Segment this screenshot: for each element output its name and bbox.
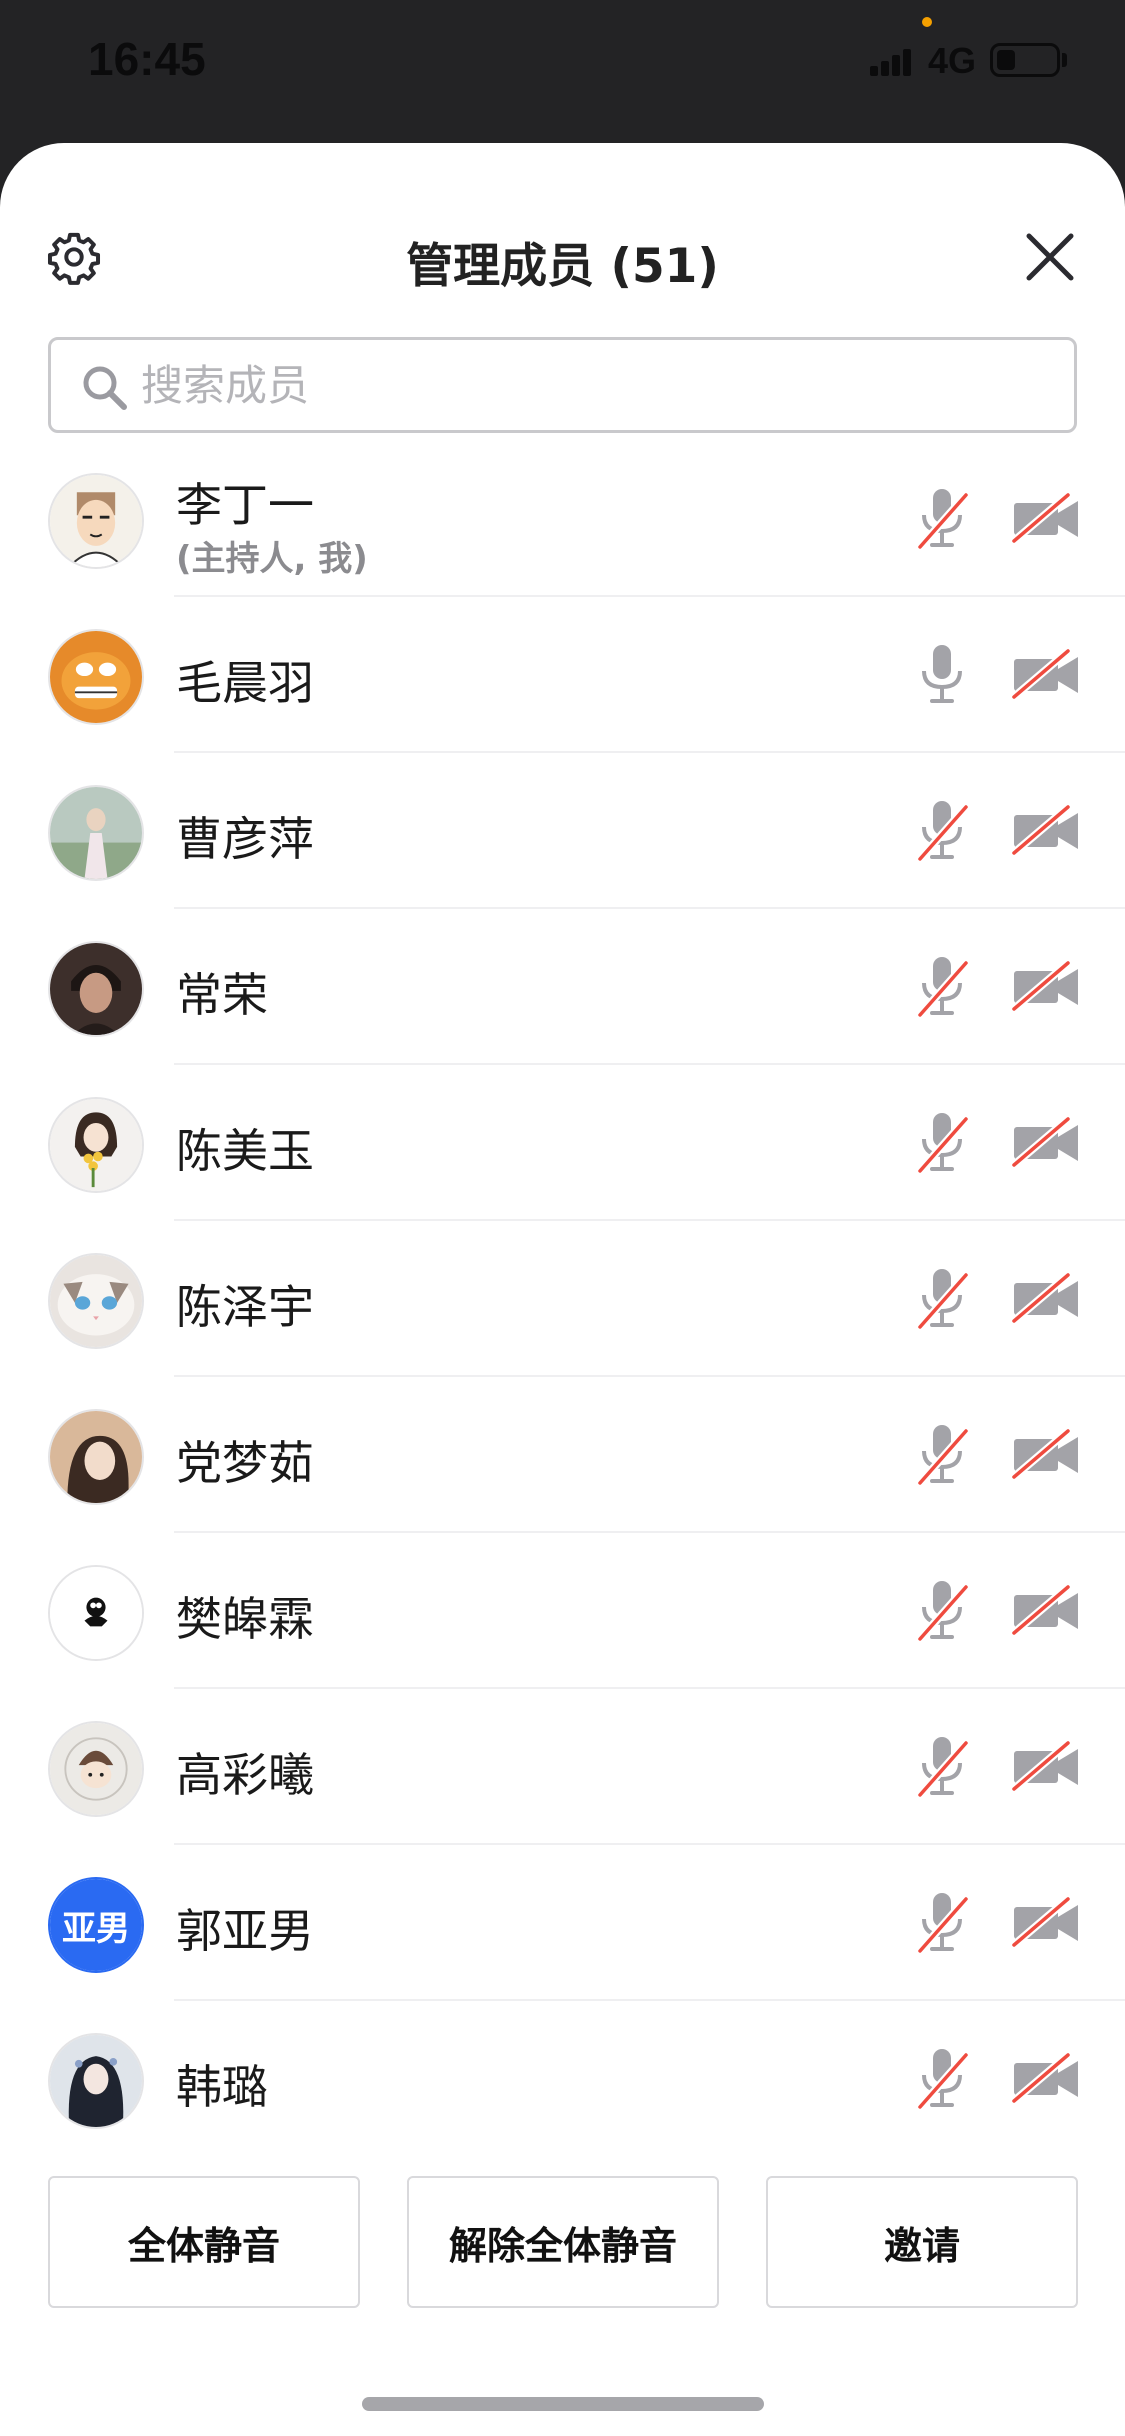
camera-toggle-button[interactable] bbox=[1011, 1113, 1080, 1171]
mic-toggle-button[interactable] bbox=[912, 1889, 972, 1957]
avatar bbox=[48, 1721, 144, 1817]
mic-muted-icon bbox=[917, 1113, 969, 1174]
mic-toggle-button[interactable] bbox=[912, 953, 972, 1021]
camera-off-icon bbox=[1011, 1271, 1078, 1325]
avatar bbox=[48, 1409, 144, 1505]
camera-off-icon bbox=[1011, 491, 1078, 545]
avatar bbox=[48, 785, 144, 881]
avatar bbox=[48, 941, 144, 1037]
member-name: 党梦茹 bbox=[176, 1436, 314, 1490]
home-indicator bbox=[362, 2397, 764, 2411]
member-role: (主持人, 我) bbox=[176, 539, 368, 579]
member-row[interactable]: 党梦茹 bbox=[0, 1377, 1125, 1533]
camera-off-icon bbox=[1011, 1115, 1078, 1169]
mic-toggle-button[interactable] bbox=[912, 797, 972, 865]
mic-toggle-button[interactable] bbox=[912, 1109, 972, 1177]
avatar bbox=[48, 1097, 144, 1193]
member-row[interactable]: 陈美玉 bbox=[0, 1065, 1125, 1221]
camera-off-icon bbox=[1011, 1739, 1078, 1793]
camera-toggle-button[interactable] bbox=[1011, 957, 1080, 1015]
camera-off-icon bbox=[1011, 1895, 1078, 1949]
battery-tip bbox=[1062, 53, 1067, 67]
member-row[interactable]: 亚男 郭亚男 bbox=[0, 1845, 1125, 2001]
camera-off-icon bbox=[1011, 1583, 1078, 1637]
member-name: 曹彦萍 bbox=[176, 812, 314, 866]
mic-muted-icon bbox=[917, 1425, 969, 1486]
mic-muted-icon bbox=[917, 2049, 969, 2110]
camera-toggle-button[interactable] bbox=[1011, 1737, 1080, 1795]
camera-off-icon bbox=[1011, 959, 1078, 1013]
member-row[interactable]: 曹彦萍 bbox=[0, 753, 1125, 909]
search-icon bbox=[83, 366, 127, 410]
avatar bbox=[48, 1565, 144, 1661]
mic-muted-icon bbox=[917, 1581, 969, 1642]
mic-muted-icon bbox=[917, 489, 969, 550]
mute-all-button[interactable]: 全体静音 bbox=[48, 2176, 360, 2308]
mic-toggle-button[interactable] bbox=[912, 1577, 972, 1645]
bulk-actions-bar: 全体静音 解除全体静音 邀请 bbox=[0, 2176, 1125, 2316]
mic-muted-icon bbox=[917, 1893, 969, 1954]
camera-toggle-button[interactable] bbox=[1011, 2049, 1080, 2107]
avatar bbox=[48, 629, 144, 725]
member-row[interactable]: 常荣 bbox=[0, 909, 1125, 1065]
mic-muted-icon bbox=[917, 957, 969, 1018]
camera-toggle-button[interactable] bbox=[1011, 1581, 1080, 1639]
camera-off-icon bbox=[1011, 647, 1078, 701]
search-box[interactable] bbox=[48, 337, 1077, 433]
member-row[interactable]: 李丁一 (主持人, 我) bbox=[0, 441, 1125, 597]
member-row[interactable]: 高彩曦 bbox=[0, 1689, 1125, 1845]
member-name: 郭亚男 bbox=[176, 1904, 314, 1958]
mic-toggle-button[interactable] bbox=[912, 1265, 972, 1333]
member-row[interactable]: 韩璐 bbox=[0, 2001, 1125, 2157]
camera-off-icon bbox=[1011, 1427, 1078, 1481]
member-row[interactable]: 樊皞霖 bbox=[0, 1533, 1125, 1689]
member-name: 李丁一 bbox=[176, 478, 314, 532]
member-name: 常荣 bbox=[176, 968, 268, 1022]
mic-muted-icon bbox=[917, 1737, 969, 1798]
member-row[interactable]: 陈泽宇 bbox=[0, 1221, 1125, 1377]
member-name: 陈美玉 bbox=[176, 1124, 314, 1178]
camera-off-icon bbox=[1011, 2051, 1078, 2105]
member-name: 高彩曦 bbox=[176, 1748, 314, 1802]
camera-toggle-button[interactable] bbox=[1011, 1893, 1080, 1951]
mic-toggle-button[interactable] bbox=[912, 1421, 972, 1489]
unmute-all-button[interactable]: 解除全体静音 bbox=[407, 2176, 719, 2308]
sheet-title: 管理成员 (51) bbox=[406, 239, 719, 294]
member-name: 陈泽宇 bbox=[176, 1280, 314, 1334]
status-time: 16:45 bbox=[88, 33, 206, 85]
avatar-initials: 亚男 bbox=[50, 1879, 142, 1971]
mic-toggle-button[interactable] bbox=[912, 1733, 972, 1801]
signal-strength-icon bbox=[870, 46, 920, 76]
member-name: 韩璐 bbox=[176, 2060, 268, 2114]
camera-toggle-button[interactable] bbox=[1011, 801, 1080, 859]
member-name: 樊皞霖 bbox=[176, 1592, 314, 1646]
member-row[interactable]: 毛晨羽 bbox=[0, 597, 1125, 753]
avatar bbox=[48, 2033, 144, 2129]
manage-members-sheet: 管理成员 (51) 李丁一 (主 bbox=[0, 143, 1125, 2436]
mic-muted-icon bbox=[917, 801, 969, 862]
avatar: 亚男 bbox=[48, 1877, 144, 1973]
mic-toggle-button[interactable] bbox=[912, 2045, 972, 2113]
close-button[interactable] bbox=[1024, 231, 1076, 283]
mic-icon bbox=[922, 645, 962, 703]
mic-toggle-button[interactable] bbox=[912, 485, 972, 553]
camera-toggle-button[interactable] bbox=[1011, 645, 1080, 703]
avatar bbox=[48, 1253, 144, 1349]
status-bar: 16:45 4G bbox=[0, 0, 1125, 140]
camera-toggle-button[interactable] bbox=[1011, 1269, 1080, 1327]
camera-toggle-button[interactable] bbox=[1011, 1425, 1080, 1483]
mic-toggle-button[interactable] bbox=[912, 641, 972, 709]
battery-icon bbox=[990, 43, 1060, 77]
invite-button[interactable]: 邀请 bbox=[766, 2176, 1078, 2308]
recording-indicator-dot bbox=[922, 17, 932, 27]
network-type-label: 4G bbox=[928, 40, 977, 81]
mic-muted-icon bbox=[917, 1269, 969, 1330]
camera-off-icon bbox=[1011, 803, 1078, 857]
close-icon bbox=[1026, 233, 1074, 281]
search-input[interactable] bbox=[141, 352, 1041, 418]
member-name: 毛晨羽 bbox=[176, 656, 314, 710]
avatar bbox=[48, 473, 144, 569]
member-list: 李丁一 (主持人, 我) 毛晨羽 曹彦萍 常荣 陈美玉 陈泽宇 党梦茹 樊皞霖 … bbox=[0, 441, 1125, 2157]
camera-toggle-button[interactable] bbox=[1011, 489, 1080, 547]
